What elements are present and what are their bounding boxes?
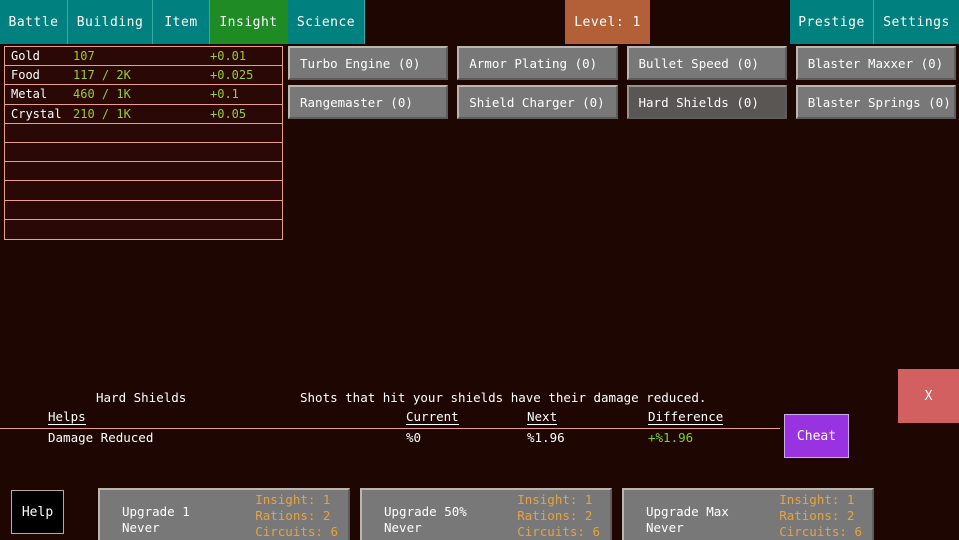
close-button[interactable]: X: [898, 369, 959, 423]
resource-row: [5, 181, 282, 201]
upgrade-1-costs: Insight: 1 Rations: 2 Circuits: 6: [255, 492, 338, 540]
resource-rate: +0.025: [210, 68, 254, 83]
help-button[interactable]: Help: [11, 490, 64, 534]
top-tab-bar: Battle Building Item Insight Science Level: 1…: [0, 0, 959, 44]
resource-name: Metal: [11, 87, 48, 102]
detail-title: Hard Shields: [96, 390, 187, 405]
column-header-next: Next: [527, 409, 558, 425]
upgrade-max-cost-0: Insight: 1: [779, 492, 855, 507]
detail-stat-row: Damage Reduced %0 %1.96 +%1.96: [0, 430, 780, 448]
science-armor-plating[interactable]: Armor Plating (0): [457, 46, 618, 80]
resource-row: [5, 220, 282, 239]
tab-settings[interactable]: Settings: [874, 0, 959, 44]
resource-rate: +0.01: [210, 49, 247, 64]
upgrade-50-percent-title: Upgrade 50%: [384, 504, 467, 519]
resource-panel: Gold 107 +0.01 Food 117 / 2K +0.025 Metal 460 /…: [4, 46, 283, 240]
upgrade-1-cost-0: Insight: 1: [255, 492, 331, 507]
column-header-helps: Helps: [48, 409, 86, 425]
science-blaster-maxxer[interactable]: Blaster Maxxer (0): [795, 46, 956, 80]
tab-prestige[interactable]: Prestige: [790, 0, 874, 44]
upgrade-max-label: Upgrade Max Never: [646, 504, 729, 536]
stat-next-value: %1.96: [527, 430, 565, 445]
upgrade-1-button[interactable]: Upgrade 1 Never Insight: 1 Rations: 2 Ci…: [98, 488, 350, 540]
resource-name: Crystal: [11, 106, 62, 121]
resource-amount: 117 / 2K: [73, 68, 131, 83]
detail-description: Shots that hit your shields have their d…: [300, 390, 707, 405]
upgrade-detail-panel: Hard Shields Shots that hit your shields…: [0, 388, 780, 448]
resource-row: [5, 143, 282, 163]
cheat-button[interactable]: Cheat: [784, 414, 849, 458]
resource-row: Metal 460 / 1K +0.1: [5, 85, 282, 105]
science-shield-charger[interactable]: Shield Charger (0): [457, 85, 618, 119]
resource-amount: 210 / 1K: [73, 106, 131, 121]
resource-rate: +0.05: [210, 106, 247, 121]
science-hard-shields[interactable]: Hard Shields (0): [626, 85, 787, 119]
upgrade-max-button[interactable]: Upgrade Max Never Insight: 1 Rations: 2 …: [622, 488, 874, 540]
tab-insight[interactable]: Insight: [210, 0, 288, 44]
resource-row: [5, 201, 282, 220]
column-header-difference: Difference: [648, 409, 724, 425]
tab-battle[interactable]: Battle: [0, 0, 68, 44]
resource-row: [5, 124, 282, 143]
level-indicator[interactable]: Level: 1: [565, 0, 650, 44]
resource-rate: +0.1: [210, 87, 239, 102]
stat-label: Damage Reduced: [48, 430, 154, 445]
upgrade-max-cost-2: Circuits: 6: [779, 524, 862, 539]
upgrade-50-percent-button[interactable]: Upgrade 50% Never Insight: 1 Rations: 2 …: [360, 488, 612, 540]
upgrade-50-percent-time: Never: [384, 520, 422, 535]
upgrade-50-percent-cost-2: Circuits: 6: [517, 524, 600, 539]
upgrade-50-percent-cost-0: Insight: 1: [517, 492, 593, 507]
science-turbo-engine[interactable]: Turbo Engine (0): [288, 46, 449, 80]
resource-amount: 107: [73, 49, 95, 64]
upgrade-1-time: Never: [122, 520, 160, 535]
science-blaster-springs[interactable]: Blaster Springs (0): [795, 85, 956, 119]
upgrade-50-percent-label: Upgrade 50% Never: [384, 504, 467, 536]
science-upgrade-grid: Turbo Engine (0) Armor Plating (0) Bullet …: [288, 46, 956, 119]
upgrade-50-percent-cost-1: Rations: 2: [517, 508, 593, 523]
tab-item[interactable]: Item: [153, 0, 210, 44]
upgrade-1-label: Upgrade 1 Never: [122, 504, 190, 536]
upgrade-max-time: Never: [646, 520, 684, 535]
detail-header-row: Helps Current Next Difference: [0, 410, 780, 429]
upgrade-1-cost-2: Circuits: 6: [255, 524, 338, 539]
upgrade-1-title: Upgrade 1: [122, 504, 190, 519]
upgrade-max-title: Upgrade Max: [646, 504, 729, 519]
resource-amount: 460 / 1K: [73, 87, 131, 102]
upgrade-1-cost-1: Rations: 2: [255, 508, 331, 523]
upgrade-50-percent-costs: Insight: 1 Rations: 2 Circuits: 6: [517, 492, 600, 540]
upgrade-max-costs: Insight: 1 Rations: 2 Circuits: 6: [779, 492, 862, 540]
resource-row: Food 117 / 2K +0.025: [5, 66, 282, 86]
stat-current-value: %0: [406, 430, 422, 445]
column-header-current: Current: [406, 409, 459, 425]
resource-row: [5, 162, 282, 182]
science-bullet-speed[interactable]: Bullet Speed (0): [626, 46, 787, 80]
resource-row: Gold 107 +0.01: [5, 47, 282, 67]
upgrade-max-cost-1: Rations: 2: [779, 508, 855, 523]
science-rangemaster[interactable]: Rangemaster (0): [288, 85, 449, 119]
stat-difference-value: +%1.96: [648, 430, 694, 445]
tab-science[interactable]: Science: [288, 0, 365, 44]
tab-building[interactable]: Building: [68, 0, 153, 44]
resource-name: Gold: [11, 49, 40, 64]
resource-row: Crystal 210 / 1K +0.05: [5, 105, 282, 124]
resource-name: Food: [11, 68, 40, 83]
